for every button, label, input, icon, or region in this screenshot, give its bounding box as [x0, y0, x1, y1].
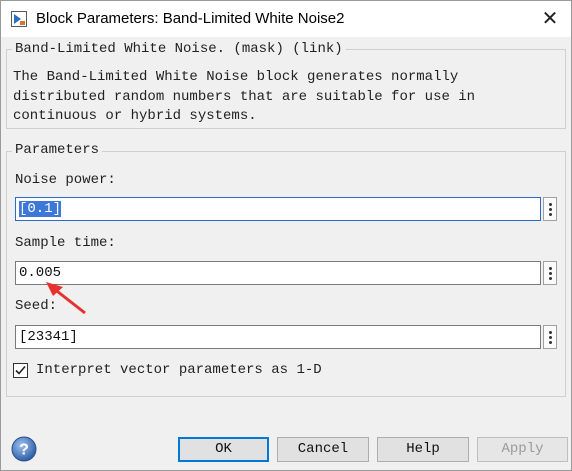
apply-button[interactable]: Apply	[477, 437, 568, 462]
svg-text:?: ?	[19, 442, 29, 459]
title-bar: Block Parameters: Band-Limited White Noi…	[1, 1, 571, 37]
seed-field[interactable]: [23341]	[15, 325, 541, 349]
noise-power-label: Noise power:	[15, 172, 116, 188]
cancel-button[interactable]: Cancel	[277, 437, 369, 462]
dialog-window: Block Parameters: Band-Limited White Noi…	[0, 0, 572, 471]
sample-time-field[interactable]: 0.005	[15, 261, 541, 285]
window-title: Block Parameters: Band-Limited White Noi…	[36, 10, 345, 27]
help-button[interactable]: Help	[377, 437, 469, 462]
close-icon[interactable]: ✕	[537, 6, 563, 32]
sample-time-label: Sample time:	[15, 235, 116, 251]
seed-more-button[interactable]	[543, 325, 557, 349]
simulink-block-icon	[11, 11, 27, 27]
seed-label: Seed:	[15, 298, 58, 314]
parameters-legend: Parameters	[12, 142, 103, 158]
help-icon[interactable]: ?	[11, 436, 37, 462]
description-legend: Band-Limited White Noise. (mask) (link)	[12, 41, 346, 57]
ok-button[interactable]: OK	[178, 437, 269, 462]
sample-time-more-button[interactable]	[543, 261, 557, 285]
checkmark-icon	[15, 365, 26, 375]
noise-power-value: [0.1]	[19, 201, 62, 217]
description-text: The Band-Limited White Noise block gener…	[13, 69, 476, 124]
interpret-vector-label: Interpret vector parameters as 1-D	[36, 362, 322, 378]
noise-power-more-button[interactable]	[543, 197, 557, 221]
interpret-vector-checkbox[interactable]	[13, 363, 28, 378]
noise-power-field[interactable]: [0.1]	[15, 197, 541, 221]
